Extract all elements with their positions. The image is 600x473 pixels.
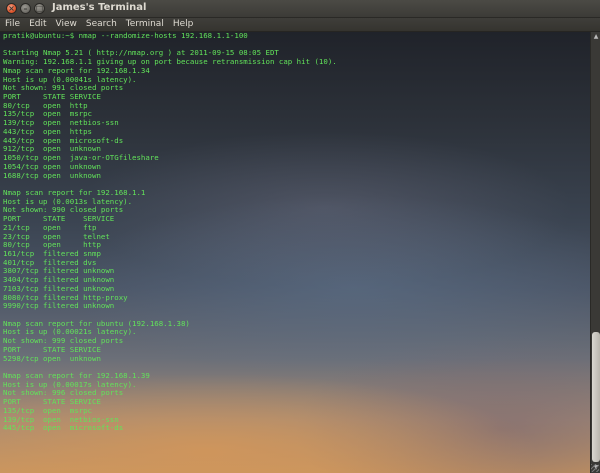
scroll-up-icon[interactable]: ▲ [592,33,600,41]
terminal-line: pratik@ubuntu:~$ nmap --randomize-hosts … [3,32,248,40]
terminal-lines: pratik@ubuntu:~$ nmap --randomize-hosts … [3,32,337,433]
menu-search[interactable]: Search [81,18,121,31]
menu-edit[interactable]: Edit [24,18,50,31]
menu-file[interactable]: File [0,18,24,31]
menu-terminal[interactable]: Terminal [121,18,168,31]
terminal-line: 1688/tcp open unknown [3,170,101,180]
terminal-output[interactable]: pratik@ubuntu:~$ nmap --randomize-hosts … [0,32,590,473]
menu-view[interactable]: View [51,18,81,31]
terminal-line: 9990/tcp filtered unknown [3,301,115,311]
menu-help[interactable]: Help [168,18,198,31]
scrollbar-thumb[interactable] [592,332,600,462]
terminal-line: 5298/tcp open unknown [3,353,101,363]
maximize-icon[interactable]: □ [34,3,45,14]
minimize-icon[interactable]: – [20,3,31,14]
window-controls: × – □ [6,3,45,14]
menu-bar: File Edit View Search Terminal Help [0,18,600,32]
scrollbar[interactable]: ▲ ▼ [590,32,600,473]
terminal-line: 445/tcp open microsoft-ds [3,423,124,433]
window-title: James's Terminal [52,2,147,13]
title-bar[interactable]: × – □ James's Terminal [0,0,600,18]
resize-grip-icon[interactable] [591,464,599,472]
terminal-window: × – □ James's Terminal File Edit View Se… [0,0,600,473]
close-icon[interactable]: × [6,3,17,14]
